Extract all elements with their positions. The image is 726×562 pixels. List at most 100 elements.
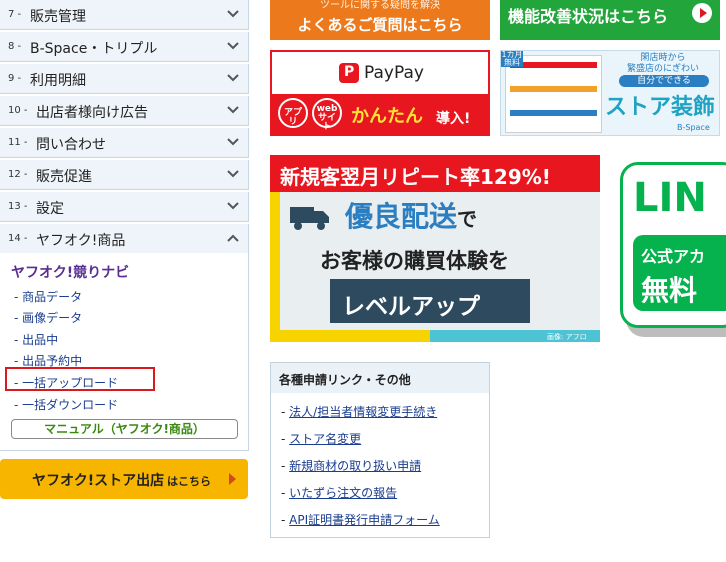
arrow-right-icon bbox=[229, 473, 236, 485]
line-green-text1: 公式アカ bbox=[641, 247, 706, 266]
sidebar-item-yahoo-auction[interactable]: 14 - ヤフオク!商品 bbox=[0, 224, 249, 254]
sidebar-item-settings[interactable]: 13 - 設定 bbox=[0, 192, 249, 222]
sidebar-item-label: 利用明細 bbox=[30, 73, 86, 89]
preview-bar bbox=[510, 62, 597, 68]
sidebar-item-number: 7 - bbox=[8, 9, 22, 20]
link-dash: - bbox=[281, 405, 290, 419]
sidebar-item-number: 14 - bbox=[8, 233, 28, 244]
sidebar-item-sales-promotion[interactable]: 12 - 販売促進 bbox=[0, 160, 249, 190]
link-new-product-application[interactable]: - 新規商材の取り扱い申請 bbox=[281, 457, 421, 474]
link-store-name-change[interactable]: - ストア名変更 bbox=[281, 430, 361, 447]
preview-bar bbox=[510, 86, 597, 92]
line-green-text2: 無料 bbox=[641, 274, 698, 307]
submenu-title: ヤフオク!競りナビ bbox=[11, 265, 130, 281]
store-button-label: ヤフオク!ストア出店 bbox=[32, 473, 165, 489]
link-dash: - bbox=[281, 432, 290, 446]
chevron-down-icon bbox=[224, 35, 242, 57]
paypay-logo-icon bbox=[339, 63, 359, 83]
repeat-rate-banner[interactable]: 新規客翌月リピート率129%! 優良配送で お客様の購買体験を レベルアップ 画… bbox=[270, 155, 600, 342]
sidebar-item-number: 10 - bbox=[8, 105, 28, 116]
manual-button[interactable]: マニュアル（ヤフオク!商品） bbox=[11, 419, 238, 439]
faq-banner-sub: ツールに関する疑問を解決 bbox=[320, 0, 440, 11]
paypay-banner[interactable]: PayPay アプリ web サイト かんたん 導入! bbox=[270, 50, 490, 136]
link-api-certificate[interactable]: - API証明書発行申請フォーム bbox=[281, 511, 440, 528]
sidebar-item-number: 8 - bbox=[8, 41, 22, 52]
free-month-badge: 1カ月 無料 bbox=[501, 50, 523, 67]
link-text[interactable]: 新規商材の取り扱い申請 bbox=[289, 459, 421, 473]
repeat-banner-headline: 新規客翌月リピート率129%! bbox=[280, 165, 551, 189]
sidebar-item-label: B-Space・トリプル bbox=[30, 41, 158, 57]
chevron-up-icon bbox=[224, 227, 242, 249]
sidebar-item-label: 販売促進 bbox=[36, 169, 92, 185]
yahoo-store-open-button[interactable]: ヤフオク!ストア出店 はこちら bbox=[0, 459, 248, 499]
link-text[interactable]: いたずら注文の報告 bbox=[289, 486, 397, 500]
decor-big-text: ストア装飾 bbox=[605, 95, 716, 120]
level-up-text: レベルアップ bbox=[342, 294, 480, 320]
decor-stripe bbox=[270, 192, 280, 342]
level-up-box: レベルアップ bbox=[330, 279, 530, 323]
submenu-item-listing[interactable]: - 出品中 bbox=[14, 331, 58, 348]
decor-line1-b: 繁盛店のにぎわい bbox=[626, 64, 699, 74]
paypay-logo-text: PayPay bbox=[364, 63, 424, 83]
repeat-banner-h1: 優良配送で bbox=[345, 195, 477, 235]
paypay-intro-text: 導入! bbox=[436, 111, 471, 127]
chevron-down-icon bbox=[224, 195, 242, 217]
repeat-banner-top: 新規客翌月リピート率129%! bbox=[270, 155, 600, 192]
bspace-logo: B-Space bbox=[677, 123, 710, 132]
link-dash: - bbox=[281, 513, 290, 527]
links-box-header: 各種申請リンク・その他 bbox=[271, 363, 489, 393]
link-text[interactable]: 法人/担当者情報変更手続き bbox=[289, 405, 437, 419]
chevron-down-icon bbox=[224, 163, 242, 185]
sidebar-item-sales-management[interactable]: 7 - 販売管理 bbox=[0, 0, 249, 30]
decor-pill: 自分でできる bbox=[619, 75, 709, 87]
sidebar-item-number: 13 - bbox=[8, 201, 28, 212]
chevron-down-icon bbox=[224, 3, 242, 25]
sidebar-item-label: ヤフオク!商品 bbox=[36, 233, 126, 249]
link-text[interactable]: API証明書発行申請フォーム bbox=[289, 513, 440, 527]
line-green-box: 公式アカ 無料 bbox=[633, 235, 726, 311]
sidebar-item-billing[interactable]: 9 - 利用明細 bbox=[0, 64, 249, 94]
link-text[interactable]: ストア名変更 bbox=[289, 432, 361, 446]
sidebar-item-label: 問い合わせ bbox=[36, 137, 106, 153]
paypay-bubble-web: web サイト bbox=[312, 98, 342, 132]
chevron-down-icon bbox=[224, 131, 242, 153]
improvement-banner-main: 機能改善状況はこちら bbox=[508, 7, 669, 26]
store-button-suffix: はこちら bbox=[167, 475, 211, 488]
chevron-down-icon bbox=[224, 67, 242, 89]
chevron-down-icon bbox=[224, 99, 242, 121]
line-word: LIN bbox=[633, 175, 707, 221]
application-links-box: 各種申請リンク・その他 - 法人/担当者情報変更手続き - ストア名変更 - 新… bbox=[270, 362, 490, 538]
sidebar-item-inquiry[interactable]: 11 - 問い合わせ bbox=[0, 128, 249, 158]
repeat-banner-h1b: で bbox=[457, 207, 478, 231]
line-banner[interactable]: LIN 公式アカ 無料 bbox=[620, 162, 726, 337]
sidebar-item-merchant-ads[interactable]: 10 - 出店者様向け広告 bbox=[0, 96, 249, 126]
decor-line1-a: 閑店時から bbox=[640, 53, 686, 63]
link-prank-order-report[interactable]: - いたずら注文の報告 bbox=[281, 484, 397, 501]
sidebar-item-label: 出店者様向け広告 bbox=[36, 105, 148, 121]
decor-line1: 閑店時から 繁盛店のにぎわい bbox=[609, 53, 717, 75]
submenu-item-image-data[interactable]: - 画像データ bbox=[14, 309, 82, 326]
sidebar-item-number: 9 - bbox=[8, 73, 22, 84]
sidebar-item-bspace-triple[interactable]: 8 - B-Space・トリプル bbox=[0, 32, 249, 62]
highlight-box bbox=[5, 367, 155, 391]
repeat-banner-h1a: 優良配送 bbox=[345, 200, 458, 233]
link-dash: - bbox=[281, 459, 290, 473]
truck-icon bbox=[290, 207, 329, 230]
faq-banner-main: よくあるご質問はこちら bbox=[297, 16, 463, 34]
improvement-banner[interactable]: 機能改善状況はこちら bbox=[500, 0, 720, 40]
link-dash: - bbox=[281, 486, 290, 500]
preview-bar bbox=[510, 110, 597, 116]
link-corporate-change[interactable]: - 法人/担当者情報変更手続き bbox=[281, 403, 437, 420]
submenu-item-bulk-download[interactable]: - 一括ダウンロード bbox=[14, 396, 118, 413]
faq-banner[interactable]: ツールに関する疑問を解決 よくあるご質問はこちら bbox=[270, 0, 490, 40]
line-card: LIN 公式アカ 無料 bbox=[620, 162, 726, 328]
yahoo-auction-submenu: ヤフオク!競りナビ - 商品データ - 画像データ - 出品中 - 出品予約中 … bbox=[0, 253, 249, 451]
paypay-strip: アプリ web サイト かんたん 導入! bbox=[272, 94, 488, 134]
sidebar-item-label: 販売管理 bbox=[30, 9, 86, 25]
sidebar-item-number: 11 - bbox=[8, 137, 28, 148]
store-decor-banner[interactable]: 1カ月 無料 閑店時から 繁盛店のにぎわい 自分でできる ストア装飾 B-Spac… bbox=[500, 50, 720, 136]
paypay-easy-text: かんたん bbox=[351, 106, 423, 127]
links-box-title: 各種申請リンク・その他 bbox=[279, 373, 411, 387]
sidebar-item-label: 設定 bbox=[36, 201, 64, 217]
submenu-item-product-data[interactable]: - 商品データ bbox=[14, 288, 82, 305]
